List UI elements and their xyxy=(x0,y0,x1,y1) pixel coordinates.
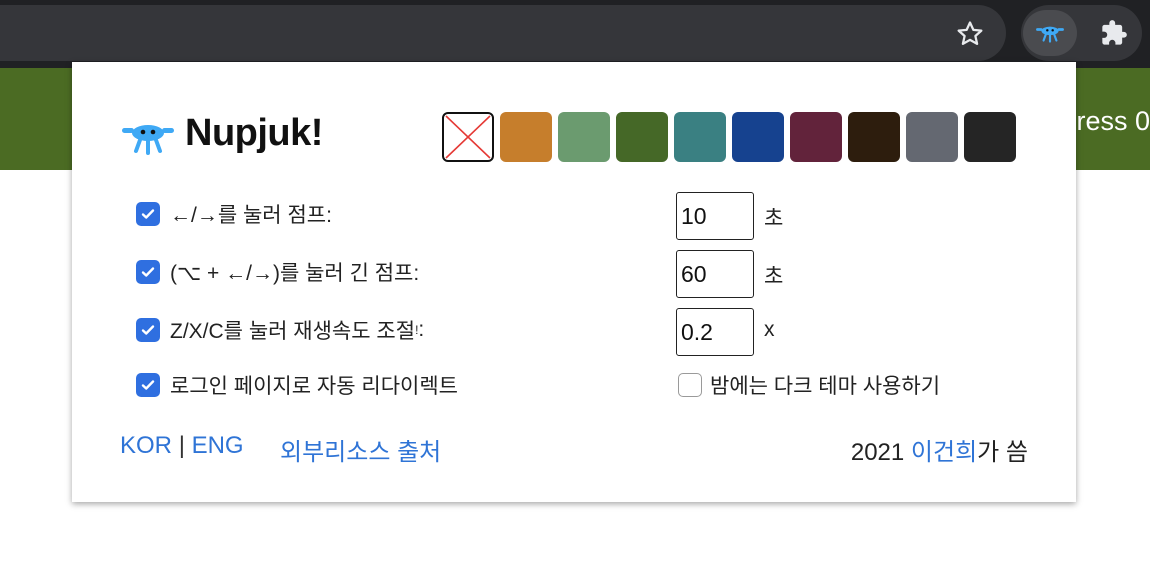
jump-seconds-input[interactable] xyxy=(676,192,754,240)
puzzle-icon[interactable] xyxy=(1087,10,1141,56)
popup-title: Nupjuk! xyxy=(185,112,323,154)
theme-swatch-gray[interactable] xyxy=(906,112,958,162)
browser-toolbar xyxy=(0,0,1150,68)
jump-checkbox[interactable] xyxy=(136,202,160,226)
speed-label-colon: : xyxy=(418,318,425,341)
jump-unit: 초 xyxy=(764,207,784,230)
nupjuk-logo-icon xyxy=(120,117,176,157)
auto-redirect-checkbox[interactable] xyxy=(136,373,160,397)
long-jump-unit: 초 xyxy=(764,265,784,288)
long-jump-checkbox[interactable] xyxy=(136,260,160,284)
dark-mode-checkbox[interactable] xyxy=(678,373,702,397)
theme-swatch-olive[interactable] xyxy=(616,112,668,162)
theme-swatch-none[interactable] xyxy=(442,112,494,162)
lang-separator: | xyxy=(178,432,185,459)
setting-long-jump: (⌥ + ←/→)를 눌러 긴 점프: xyxy=(136,257,419,287)
extensions-area xyxy=(1021,5,1142,61)
speed-label: Z/X/C를 눌러 재생속도 조절 xyxy=(170,320,416,343)
theme-swatch-sage[interactable] xyxy=(558,112,610,162)
theme-swatch-orange[interactable] xyxy=(500,112,552,162)
auto-redirect-label: 로그인 페이지로 자동 리다이렉트 xyxy=(170,375,458,398)
long-jump-seconds-input[interactable] xyxy=(676,250,754,298)
nupjuk-extension-icon[interactable] xyxy=(1023,10,1077,56)
theme-swatch-black[interactable] xyxy=(964,112,1016,162)
setting-dark-mode: 밤에는 다크 테마 사용하기 xyxy=(678,370,940,400)
external-resources-link[interactable]: 외부리소스 출처 xyxy=(280,432,441,467)
lang-kor-link[interactable]: KOR xyxy=(120,432,172,459)
setting-speed: Z/X/C를 눌러 재생속도 조절!: xyxy=(136,315,424,345)
speed-checkbox[interactable] xyxy=(136,318,160,342)
setting-auto-redirect: 로그인 페이지로 자동 리다이렉트 xyxy=(136,370,458,400)
theme-swatch-navy[interactable] xyxy=(732,112,784,162)
speed-step-input[interactable] xyxy=(676,308,754,356)
credit: 2021 이건희가 씀 xyxy=(851,432,1028,467)
long-jump-label: (⌥ + ←/→)를 눌러 긴 점프: xyxy=(170,262,420,285)
lang-eng-link[interactable]: ENG xyxy=(192,432,244,459)
language-switcher: KOR | ENG xyxy=(120,432,244,460)
theme-swatch-brown[interactable] xyxy=(848,112,900,162)
credit-suffix: 가 씀 xyxy=(977,439,1028,466)
author-link[interactable]: 이건희 xyxy=(911,439,977,466)
jump-label: ←/→를 눌러 점프: xyxy=(170,204,332,227)
address-bar[interactable] xyxy=(0,5,1006,61)
theme-swatch-teal[interactable] xyxy=(674,112,726,162)
dark-mode-label: 밤에는 다크 테마 사용하기 xyxy=(710,375,941,398)
extension-popup: Nupjuk! ←/→를 눌러 점프: 초 (⌥ + ←/→)를 눌러 긴 점프… xyxy=(72,62,1076,502)
star-icon[interactable] xyxy=(948,14,992,54)
speed-unit: x xyxy=(764,318,775,341)
credit-year: 2021 xyxy=(850,439,905,466)
theme-swatch-wine[interactable] xyxy=(790,112,842,162)
setting-jump: ←/→를 눌러 점프: xyxy=(136,199,332,229)
